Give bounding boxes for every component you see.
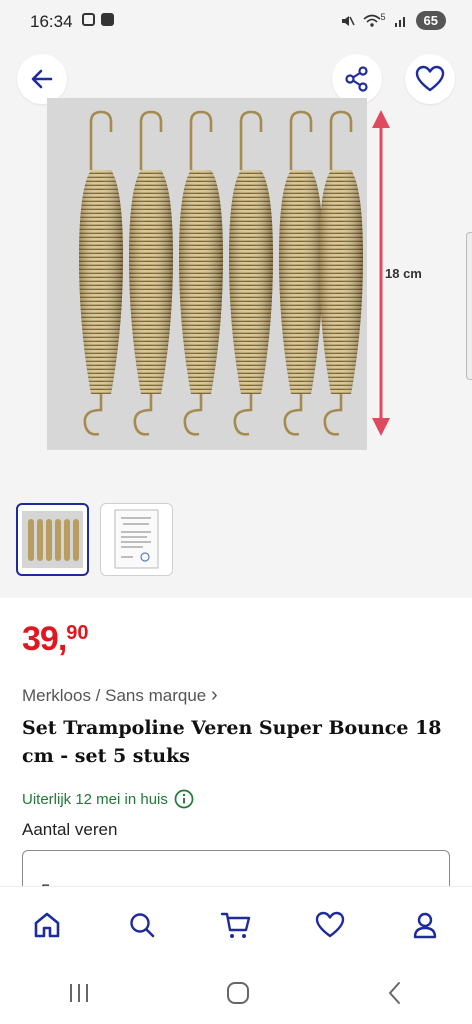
amount-label: Aantal veren [22, 820, 118, 839]
status-time: 16:34 [30, 12, 73, 31]
product-gallery[interactable]: 18 cm [0, 40, 472, 598]
nav-profile[interactable] [395, 895, 455, 955]
delivery-text: Uiterlijk 12 mei in huis [22, 790, 168, 808]
product-main-image[interactable]: 18 cm [47, 98, 422, 450]
nav-search[interactable] [112, 895, 172, 955]
bottom-nav [0, 886, 472, 963]
home-icon [34, 912, 60, 938]
info-icon[interactable] [174, 789, 194, 809]
home-circle-icon[interactable] [225, 980, 251, 1006]
nav-wishlist[interactable] [300, 895, 360, 955]
share-icon [345, 66, 368, 92]
wifi-icon [362, 14, 381, 27]
mute-icon [341, 15, 355, 26]
nav-home[interactable] [17, 895, 77, 955]
delivery-info: Uiterlijk 12 mei in huis [22, 789, 194, 809]
back-icon[interactable] [384, 980, 406, 1006]
thumbnail-2[interactable] [100, 503, 173, 576]
chevron-right-icon: › [210, 684, 218, 706]
battery-indicator: 65 [415, 11, 446, 30]
favorite-button[interactable] [405, 54, 455, 104]
brand-link[interactable]: Merkloos / Sans marque › [22, 684, 218, 707]
heart-icon [415, 65, 445, 92]
back-button[interactable] [17, 54, 67, 104]
signal-icon [394, 16, 405, 27]
check-notification-icon [101, 13, 114, 26]
price-main: 39 [22, 620, 59, 658]
system-nav [0, 962, 472, 1024]
thumbnail-springs-icon [22, 511, 83, 568]
arrow-left-icon [31, 69, 53, 89]
screenshot-icon [82, 13, 95, 26]
product-price: 39,90 [22, 620, 89, 658]
nav-cart[interactable] [206, 895, 266, 955]
springs-group [79, 110, 363, 436]
status-right: 5 65 [339, 11, 446, 30]
thumbnail-1[interactable] [16, 503, 89, 576]
product-title: Set Trampoline Veren Super Bounce 18 cm … [22, 717, 442, 767]
thumbnail-certificate-icon [114, 509, 159, 569]
profile-icon [413, 912, 436, 939]
cart-icon [220, 912, 251, 938]
product-photo-springs [79, 110, 381, 436]
dimension-label: 18 cm [385, 266, 422, 281]
network-label: 5 [380, 11, 386, 22]
notification-icons [82, 13, 114, 26]
search-icon [129, 913, 154, 938]
brand-label: Merkloos / Sans marque [22, 686, 207, 705]
share-button[interactable] [332, 54, 382, 104]
recents-icon[interactable] [66, 981, 92, 1005]
heart-icon [316, 911, 345, 938]
side-scroll-handle[interactable] [466, 232, 472, 380]
status-bar: 16:34 5 65 [0, 0, 472, 40]
price-cents: 90 [66, 622, 89, 644]
